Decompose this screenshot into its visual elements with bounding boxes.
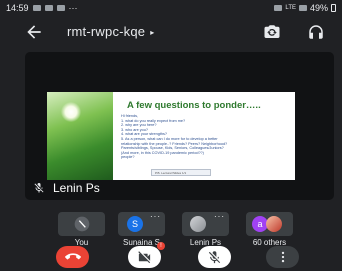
- wifi-icon: [274, 5, 283, 11]
- end-call-button[interactable]: [56, 246, 89, 268]
- participant-tile-sunaina[interactable]: S ···: [118, 212, 165, 236]
- status-left: 14:59 ···: [6, 3, 78, 13]
- meeting-code[interactable]: rmt-rwpc-kqe ▸: [67, 24, 154, 39]
- switch-camera-icon[interactable]: [263, 23, 281, 41]
- participant-strip: You S ··· Sunaina S ··· Lenin Ps a 60 ot…: [58, 212, 304, 247]
- status-time: 14:59: [6, 3, 29, 13]
- meeting-code-text: rmt-rwpc-kqe: [67, 24, 146, 39]
- slide-line: people?: [121, 155, 135, 160]
- more-vert-icon: [281, 251, 284, 263]
- headphones-icon[interactable]: [307, 23, 325, 41]
- slide-footer-bar: P.B. Lecturer/Slides 1/1: [151, 169, 211, 176]
- more-options-button[interactable]: [266, 246, 299, 268]
- avatar: S: [127, 216, 143, 232]
- notification-icon: [32, 5, 41, 11]
- top-bar: rmt-rwpc-kqe ▸: [0, 18, 342, 46]
- presentation-slide: A few questions to ponder….. Hi friends,…: [47, 92, 295, 180]
- status-bar: 14:59 ··· LTE 49%: [0, 0, 342, 16]
- avatar: [190, 216, 206, 232]
- mic-off-icon: [74, 216, 90, 232]
- mic-toggle-button[interactable]: [198, 246, 231, 268]
- sun-icon: [61, 102, 81, 122]
- network-label: LTE: [285, 5, 296, 11]
- status-right: LTE 49%: [274, 3, 336, 13]
- slide-nature-image: [47, 92, 113, 180]
- gallery-icon: [44, 5, 53, 11]
- more-options-icon[interactable]: ···: [150, 213, 161, 221]
- mic-off-icon: [208, 250, 221, 263]
- presenter-name: Lenin Ps: [53, 181, 100, 195]
- arrow-back-icon[interactable]: [24, 22, 44, 42]
- more-notifications-icon: ···: [68, 3, 78, 13]
- camera-badge: !: [157, 242, 165, 250]
- more-options-icon[interactable]: ···: [214, 213, 225, 221]
- participant-tile-lenin[interactable]: ···: [182, 212, 229, 236]
- battery-icon: [331, 4, 336, 12]
- presenter-label: Lenin Ps: [33, 181, 100, 195]
- participant-tile-you[interactable]: [58, 212, 105, 236]
- camera-off-icon: [138, 250, 151, 263]
- avatar: [266, 216, 282, 232]
- mic-off-icon: [34, 183, 44, 193]
- camera-toggle-button[interactable]: [128, 246, 161, 268]
- participant-tile-others[interactable]: a: [246, 212, 293, 236]
- presentation-tile[interactable]: A few questions to ponder….. Hi friends,…: [25, 52, 334, 200]
- slide-title: A few questions to ponder…..: [127, 100, 261, 111]
- signal-icon: [298, 5, 307, 11]
- chevron-right-icon: ▸: [150, 28, 155, 38]
- call-controls: !: [0, 242, 342, 271]
- mail-icon: [56, 5, 65, 11]
- end-call-icon: [64, 253, 81, 260]
- slide-body: Hi friends, 1. what do you really expect…: [121, 114, 289, 160]
- battery-percent: 49%: [309, 3, 328, 13]
